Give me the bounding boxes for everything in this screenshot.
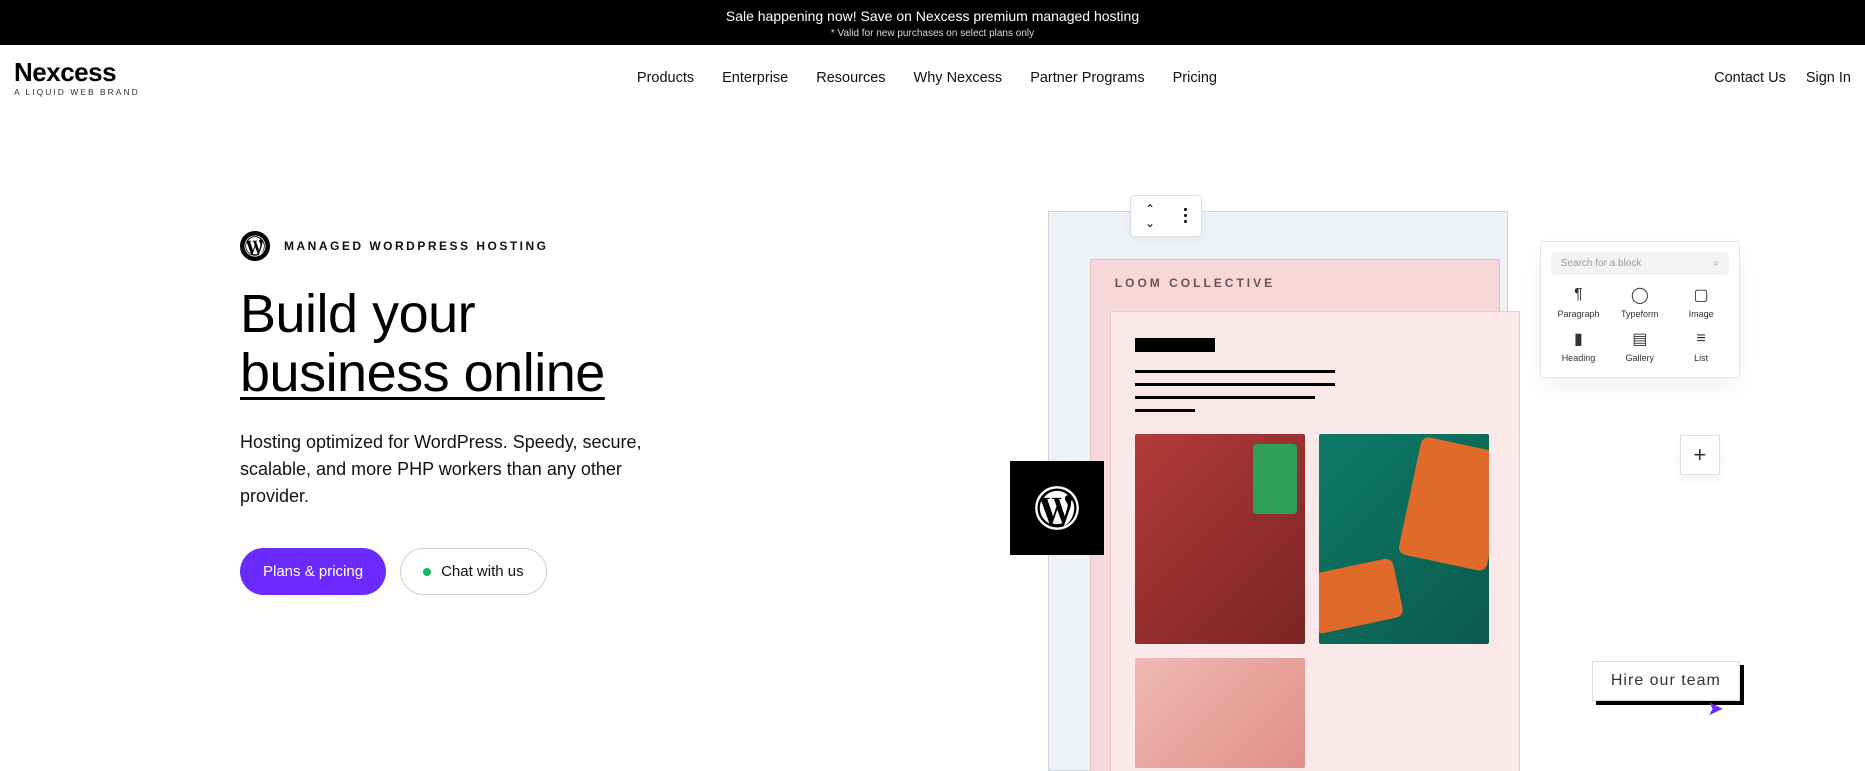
typeform-icon: ◯ <box>1632 287 1648 303</box>
hero-copy: MANAGED WORDPRESS HOSTING Build your bus… <box>0 151 970 771</box>
block-inserter-panel: Search for a block ⌕ ¶ Paragraph ◯ Typef… <box>1540 241 1740 378</box>
hero-subhead: Hosting optimized for WordPress. Speedy,… <box>240 429 660 510</box>
gallery-icon: ▤ <box>1632 331 1648 347</box>
chat-with-us-button[interactable]: Chat with us <box>400 548 547 595</box>
block-mover-toolbar: ⌃⌄ <box>1130 195 1202 237</box>
announcement-line2: * Valid for new purchases on select plan… <box>0 28 1865 39</box>
heading-icon: ▮ <box>1570 331 1586 347</box>
paragraph-icon: ¶ <box>1570 287 1586 303</box>
brand-logo[interactable]: Nexcess A LIQUID WEB BRAND <box>14 59 140 97</box>
doc-text-line <box>1135 396 1315 399</box>
brand-tagline: A LIQUID WEB BRAND <box>14 88 140 97</box>
plans-pricing-button[interactable]: Plans & pricing <box>240 548 386 595</box>
announcement-bar[interactable]: Sale happening now! Save on Nexcess prem… <box>0 0 1865 45</box>
nav-pricing[interactable]: Pricing <box>1173 70 1217 86</box>
status-dot-icon <box>423 568 431 576</box>
nav-resources[interactable]: Resources <box>816 70 885 86</box>
nav-products[interactable]: Products <box>637 70 694 86</box>
block-list[interactable]: ≡ List <box>1673 331 1728 363</box>
block-gallery[interactable]: ▤ Gallery <box>1612 331 1667 363</box>
contact-us-link[interactable]: Contact Us <box>1714 70 1786 86</box>
block-typeform[interactable]: ◯ Typeform <box>1612 287 1667 319</box>
hero-title-line2: business online <box>240 343 605 403</box>
chat-button-label: Chat with us <box>441 563 524 580</box>
primary-nav: Products Enterprise Resources Why Nexces… <box>637 70 1217 86</box>
announcement-line1: Sale happening now! Save on Nexcess prem… <box>0 8 1865 24</box>
hero-eyebrow-text: MANAGED WORDPRESS HOSTING <box>284 239 549 253</box>
block-heading[interactable]: ▮ Heading <box>1551 331 1606 363</box>
doc-text-line <box>1135 370 1335 373</box>
brand-name: Nexcess <box>14 59 116 85</box>
sign-in-link[interactable]: Sign In <box>1806 70 1851 86</box>
wordpress-icon <box>240 231 270 261</box>
hero-eyebrow: MANAGED WORDPRESS HOSTING <box>240 231 930 261</box>
search-icon: ⌕ <box>1713 258 1719 269</box>
nav-partner-programs[interactable]: Partner Programs <box>1030 70 1144 86</box>
doc-text-line <box>1135 409 1195 412</box>
cursor-icon: ➤ <box>1707 696 1724 721</box>
add-block-button[interactable]: + <box>1680 435 1720 475</box>
hero-title: Build your business online <box>240 285 930 404</box>
image-icon: ▢ <box>1693 287 1709 303</box>
hero-title-line1: Build your <box>240 284 475 344</box>
hero-illustration: LOOM COLLECTIVE <box>970 151 1865 771</box>
block-image[interactable]: ▢ Image <box>1673 287 1728 319</box>
doc-image-b <box>1319 434 1489 644</box>
doc-title-placeholder <box>1135 338 1215 352</box>
illustration-mid-header: LOOM COLLECTIVE <box>1115 276 1275 290</box>
block-paragraph[interactable]: ¶ Paragraph <box>1551 287 1606 319</box>
move-up-down-icon[interactable]: ⌃⌄ <box>1145 203 1155 229</box>
hero-cta-row: Plans & pricing Chat with us <box>240 548 930 595</box>
nav-enterprise[interactable]: Enterprise <box>722 70 788 86</box>
block-search-input[interactable]: Search for a block ⌕ <box>1551 252 1729 275</box>
utility-nav: Contact Us Sign In <box>1714 70 1851 86</box>
list-icon: ≡ <box>1693 331 1709 347</box>
hire-our-team-button[interactable]: Hire our team <box>1592 661 1740 701</box>
nav-why-nexcess[interactable]: Why Nexcess <box>914 70 1003 86</box>
hero-section: MANAGED WORDPRESS HOSTING Build your bus… <box>0 111 1865 771</box>
illustration-doc-card <box>1110 311 1520 771</box>
block-search-placeholder: Search for a block <box>1561 258 1642 269</box>
more-options-icon[interactable] <box>1184 208 1187 223</box>
doc-image-a <box>1135 434 1305 644</box>
doc-image-c <box>1135 658 1305 768</box>
doc-text-line <box>1135 383 1335 386</box>
wordpress-badge <box>1010 461 1104 555</box>
site-header: Nexcess A LIQUID WEB BRAND Products Ente… <box>0 45 1865 111</box>
